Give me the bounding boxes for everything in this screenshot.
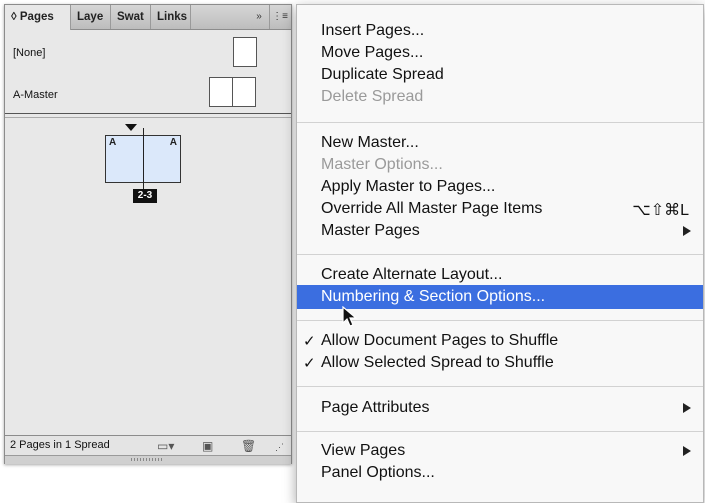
trash-icon[interactable]: 🗑	[241, 439, 256, 453]
master-a[interactable]: A-Master	[5, 75, 291, 115]
menu-item-label: Delete Spread	[321, 88, 424, 105]
keyboard-shortcut: ⌥⇧⌘L	[632, 202, 689, 219]
current-spread-arrow-icon	[125, 124, 137, 131]
menu-insert-pages[interactable]: Insert Pages...	[297, 19, 703, 43]
tab-layers[interactable]: Laye	[71, 5, 111, 29]
resize-grip-icon[interactable]: ⋰	[275, 442, 284, 453]
submenu-arrow-icon	[683, 446, 691, 456]
menu-item-label: Page Attributes	[321, 399, 430, 416]
submenu-arrow-icon	[683, 403, 691, 413]
master-none[interactable]: [None]	[5, 33, 291, 73]
menu-allow-document-pages-shuffle[interactable]: ✓ Allow Document Pages to Shuffle	[297, 329, 703, 353]
menu-item-label: Master Pages	[321, 222, 420, 239]
status-text: 2 Pages in 1 Spread	[10, 439, 110, 451]
panel-resize-handle[interactable]	[5, 455, 291, 464]
menu-delete-spread: Delete Spread	[297, 85, 703, 109]
menu-separator	[297, 386, 703, 387]
menu-item-label: Numbering & Section Options...	[321, 288, 546, 305]
tab-links[interactable]: Links	[151, 5, 191, 29]
left-page-master-letter: A	[109, 137, 117, 148]
tab-swatches[interactable]: Swat	[111, 5, 151, 29]
fast-forward-icon[interactable]: »	[251, 5, 267, 29]
menu-item-label: Allow Selected Spread to Shuffle	[321, 354, 554, 371]
master-a-label: A-Master	[13, 89, 58, 101]
menu-item-label: New Master...	[321, 134, 419, 151]
pages-panel-menu: Insert Pages... Move Pages... Duplicate …	[296, 4, 704, 503]
menu-duplicate-spread[interactable]: Duplicate Spread	[297, 63, 703, 87]
spread-page-range: 2-3	[133, 189, 157, 203]
menu-page-attributes[interactable]: Page Attributes	[297, 396, 703, 420]
master-none-label: [None]	[13, 47, 46, 59]
spread-binding-line	[143, 128, 144, 194]
mouse-cursor-icon	[342, 306, 358, 327]
panel-divider[interactable]	[5, 113, 291, 114]
menu-apply-master[interactable]: Apply Master to Pages...	[297, 175, 703, 199]
menu-move-pages[interactable]: Move Pages...	[297, 41, 703, 65]
menu-item-label: Master Options...	[321, 156, 443, 173]
menu-separator	[297, 122, 703, 123]
menu-separator	[297, 254, 703, 255]
menu-item-label: Allow Document Pages to Shuffle	[321, 332, 559, 349]
master-none-thumbnail[interactable]	[233, 37, 257, 67]
master-a-left-thumbnail[interactable]	[209, 77, 233, 107]
menu-panel-options[interactable]: Panel Options...	[297, 461, 703, 485]
submenu-arrow-icon	[683, 226, 691, 236]
right-page-master-letter: A	[169, 137, 177, 148]
pages-panel: ◊ Pages Laye Swat Links » ⋮≡ [None] A-Ma…	[4, 4, 292, 464]
menu-item-label: Panel Options...	[321, 464, 435, 481]
master-a-right-thumbnail[interactable]	[232, 77, 256, 107]
menu-item-label: Apply Master to Pages...	[321, 178, 496, 195]
checkmark-icon: ✓	[303, 333, 316, 350]
menu-master-pages[interactable]: Master Pages	[297, 219, 703, 243]
panel-menu-icon[interactable]: ⋮≡	[269, 5, 290, 29]
menu-create-alternate-layout[interactable]: Create Alternate Layout...	[297, 263, 703, 287]
create-new-page-icon[interactable]: ▣	[202, 439, 213, 453]
menu-new-master[interactable]: New Master...	[297, 131, 703, 155]
edit-page-size-icon[interactable]: ▭▾	[157, 439, 174, 453]
menu-item-label: Create Alternate Layout...	[321, 266, 503, 283]
menu-item-label: Override All Master Page Items	[321, 200, 543, 217]
panel-tab-bar: ◊ Pages Laye Swat Links » ⋮≡	[5, 5, 291, 30]
menu-override-all-master-items[interactable]: Override All Master Page Items ⌥⇧⌘L	[297, 197, 703, 221]
menu-item-label: Move Pages...	[321, 44, 424, 61]
menu-separator	[297, 431, 703, 432]
panel-divider-lower	[5, 117, 291, 118]
menu-master-options: Master Options...	[297, 153, 703, 177]
menu-item-label: Duplicate Spread	[321, 66, 444, 83]
tab-pages[interactable]: ◊ Pages	[5, 5, 71, 30]
panel-status-bar: 2 Pages in 1 Spread ▭▾ ▣ 🗑 ⋰	[5, 435, 291, 456]
menu-item-label: View Pages	[321, 442, 406, 459]
menu-view-pages[interactable]: View Pages	[297, 439, 703, 463]
spread-thumbnail[interactable]: A A	[105, 128, 181, 194]
menu-allow-selected-spread-shuffle[interactable]: ✓ Allow Selected Spread to Shuffle	[297, 351, 703, 375]
checkmark-icon: ✓	[303, 355, 316, 372]
menu-item-label: Insert Pages...	[321, 22, 425, 39]
